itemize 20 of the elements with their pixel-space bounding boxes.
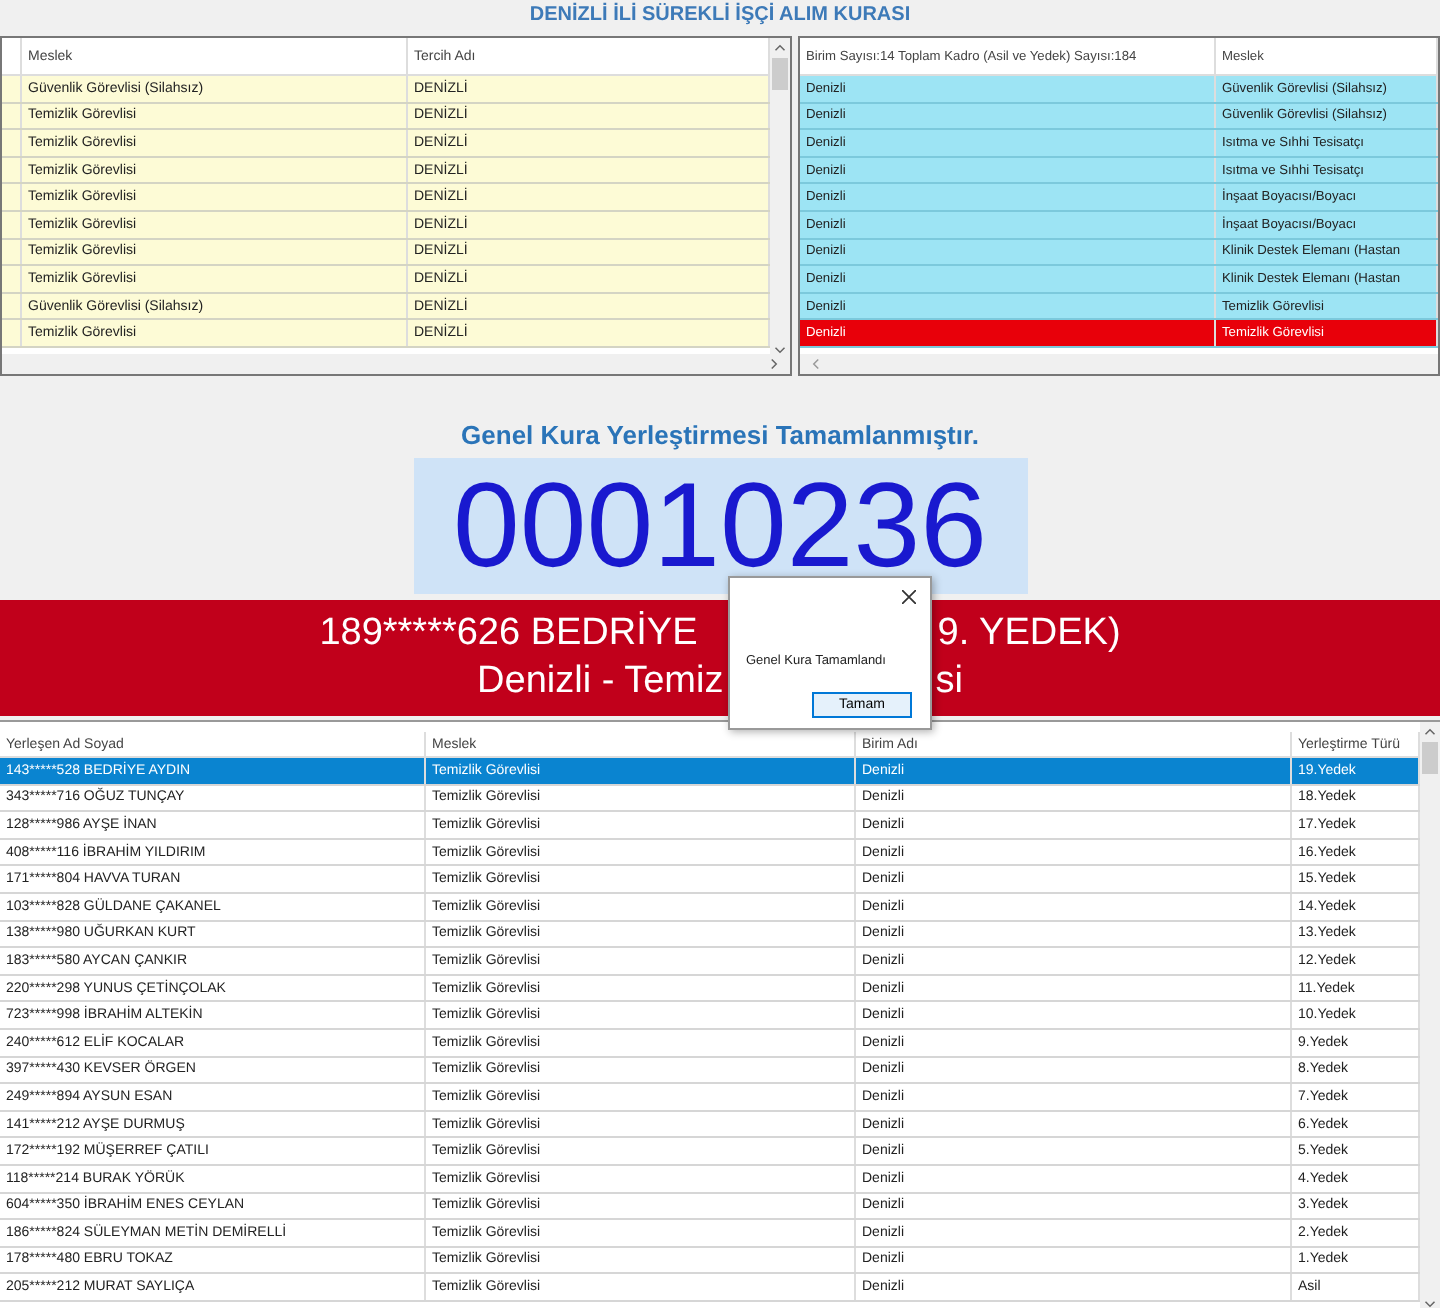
status-message: Genel Kura Yerleştirmesi Tamamlanmıştır. (461, 420, 979, 450)
horizontal-scrollbar[interactable] (800, 354, 1438, 374)
chevron-up-icon[interactable] (774, 44, 786, 52)
banner-text: 189*****626 BEDRİYE (319, 610, 698, 658)
chevron-up-icon[interactable] (1424, 728, 1436, 736)
banner-text: 9. YEDEK) (937, 610, 1121, 658)
vertical-scrollbar[interactable] (770, 38, 790, 354)
scrollbar-thumb[interactable] (772, 58, 788, 90)
chevron-left-icon[interactable] (812, 358, 820, 370)
banner-text: Denizli - Temiz (477, 658, 724, 706)
banner-text: si (935, 658, 963, 706)
close-icon[interactable] (902, 590, 916, 604)
scrollbar-thumb[interactable] (1422, 742, 1438, 774)
window-title: DENİZLİ İLİ SÜREKLİ İŞÇİ ALIM KURASI (529, 4, 911, 28)
chevron-right-icon[interactable] (770, 358, 778, 370)
chevron-down-icon[interactable] (1424, 1300, 1436, 1308)
draw-number: 00010236 (413, 458, 1027, 594)
chevron-down-icon[interactable] (774, 346, 786, 354)
horizontal-scrollbar[interactable] (2, 354, 790, 374)
vertical-scrollbar[interactable] (1420, 722, 1440, 1308)
